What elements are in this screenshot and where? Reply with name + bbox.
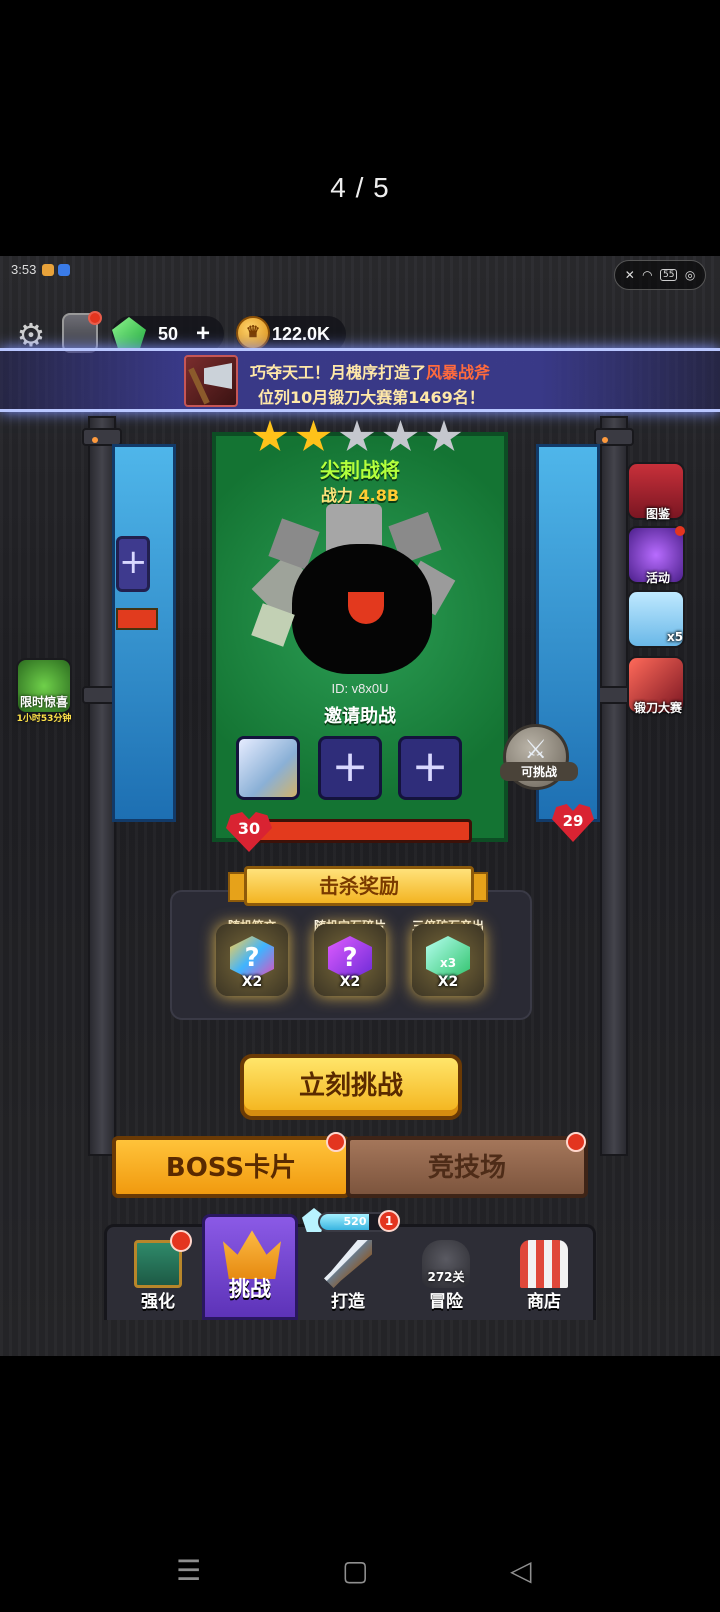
helper-slot-1[interactable] bbox=[236, 736, 300, 800]
limited-offer-timer: 1小时53分钟 bbox=[16, 714, 72, 724]
boss-silhouette bbox=[251, 504, 466, 684]
status-time: 3:53 bbox=[11, 262, 37, 277]
notification-dot bbox=[675, 526, 685, 536]
tab-boss-card[interactable]: BOSS卡片 bbox=[112, 1136, 350, 1198]
star-rating bbox=[252, 420, 462, 454]
news-line-2: 位列10月锻刀大赛第1469名！ bbox=[258, 388, 485, 407]
challengeable-badge[interactable]: ⚔ 可挑战 bbox=[500, 724, 578, 790]
notification-dot bbox=[326, 1132, 346, 1152]
events-button[interactable]: 活动 bbox=[627, 526, 685, 585]
adventure-level: 272关 bbox=[427, 1270, 465, 1284]
back-icon[interactable]: ◁ bbox=[510, 1554, 532, 1587]
news-banner[interactable]: 巧夺天工！月槐序打造了风暴战斧 位列10月锻刀大赛第1469名！ bbox=[0, 348, 720, 412]
boss-id: ID: v8x0U bbox=[331, 681, 389, 696]
reward-multiplier: X2 bbox=[339, 974, 361, 990]
ice-bear-button[interactable]: x5 bbox=[627, 590, 685, 648]
challenge-now-button[interactable]: 立刻挑战 bbox=[240, 1054, 462, 1120]
notification-dot bbox=[170, 1230, 192, 1252]
crossed-swords-icon: ⚔ bbox=[524, 735, 548, 765]
nav-challenge[interactable]: 挑战 bbox=[202, 1214, 298, 1320]
boss-hp-bar bbox=[248, 819, 472, 843]
gem-counter[interactable]: 50 + bbox=[112, 316, 224, 352]
coin-counter: ♛ 122.0K bbox=[236, 316, 346, 352]
gem-amount: 50 bbox=[158, 323, 179, 344]
star-icon bbox=[383, 420, 418, 451]
battle-axe-icon bbox=[184, 355, 238, 407]
reward-multiplier: X2 bbox=[437, 974, 459, 990]
helper-slot-3[interactable]: + bbox=[398, 736, 462, 800]
star-icon bbox=[252, 420, 288, 451]
boss-power: 战力 4.8B bbox=[320, 486, 400, 505]
game-screen: 3:53 ✕ ◠ 55 ◎ ⚙ 50 + ♛ 122.0K 巧夺天工！月槐序打造… bbox=[0, 256, 720, 1356]
record-icon: ◎ bbox=[684, 268, 696, 282]
news-item-name: 风暴战斧 bbox=[426, 363, 491, 382]
reward-multiplier: X2 bbox=[241, 974, 263, 990]
helper-slot-2[interactable]: + bbox=[318, 736, 382, 800]
gem-icon bbox=[112, 317, 146, 351]
star-icon bbox=[296, 420, 331, 451]
settings-gear-icon[interactable]: ⚙ bbox=[14, 318, 48, 352]
crown-icon bbox=[223, 1230, 281, 1279]
prev-boss-card[interactable] bbox=[112, 444, 176, 822]
message-icon bbox=[58, 264, 70, 276]
invite-helpers-label: 邀请助战 bbox=[324, 706, 396, 727]
notification-dot bbox=[566, 1132, 586, 1152]
sword-icon bbox=[324, 1240, 372, 1288]
home-icon[interactable]: ▢ bbox=[342, 1554, 368, 1587]
profile-helmet-button[interactable] bbox=[62, 311, 102, 353]
codex-button[interactable]: 图鉴 bbox=[627, 462, 685, 521]
star-icon bbox=[426, 420, 462, 451]
shop-stall-icon bbox=[520, 1240, 568, 1288]
menu-icon[interactable]: ☰ bbox=[176, 1554, 201, 1587]
prev-card-hp-bar bbox=[116, 608, 158, 630]
notification-icon bbox=[42, 264, 54, 276]
right-pillar bbox=[600, 416, 628, 1156]
tab-arena[interactable]: 竞技场 bbox=[346, 1136, 588, 1198]
status-pill: ✕ ◠ 55 ◎ bbox=[614, 260, 706, 290]
star-icon bbox=[339, 420, 375, 451]
mute-icon: ✕ bbox=[624, 268, 635, 282]
coin-amount: 122.0K bbox=[272, 323, 331, 344]
page-counter: 4 / 5 bbox=[330, 172, 390, 203]
news-line-1: 巧夺天工！月槐序打造了风暴战斧 bbox=[250, 363, 491, 382]
wifi-icon: ◠ bbox=[642, 268, 653, 282]
notification-dot bbox=[88, 311, 102, 325]
prev-card-slot: + bbox=[116, 536, 150, 592]
boss-name: 尖刺战将 bbox=[320, 458, 400, 482]
crown-coin-icon: ♛ bbox=[236, 316, 270, 350]
forge-contest-button[interactable]: 锻刀大赛 bbox=[627, 656, 685, 715]
nav-forge[interactable]: 打造 bbox=[300, 1228, 396, 1320]
limited-offer-label: 限时惊喜 bbox=[19, 695, 68, 709]
nav-adventure[interactable]: 272关 冒险 bbox=[398, 1228, 494, 1320]
add-gems-icon[interactable]: + bbox=[196, 322, 210, 346]
nav-shop[interactable]: 商店 bbox=[496, 1228, 592, 1320]
battery-icon: 55 bbox=[659, 269, 678, 281]
kill-rewards-title: 击杀奖励 bbox=[244, 866, 474, 906]
